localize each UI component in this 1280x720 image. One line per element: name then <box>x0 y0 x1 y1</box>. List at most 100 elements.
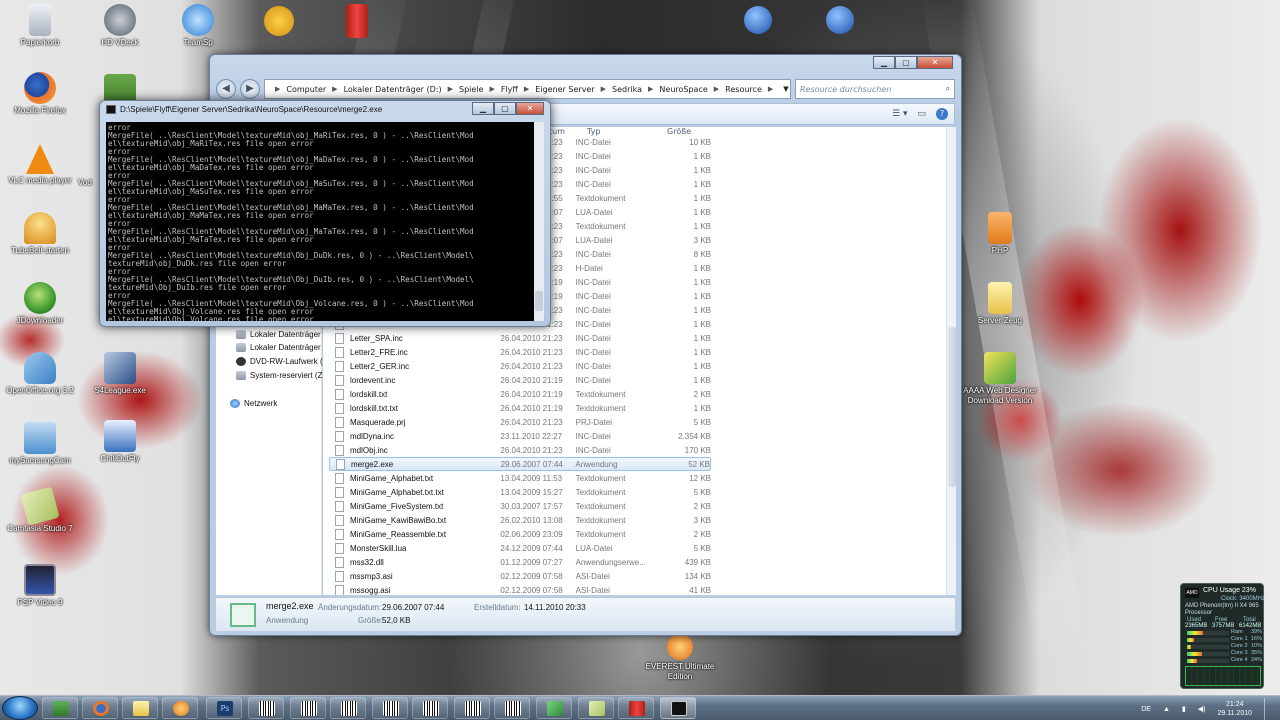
taskbar-button-barcode[interactable] <box>248 697 284 719</box>
breadcrumb-item[interactable]: Resource <box>725 85 762 94</box>
address-bar[interactable]: ▶ Computer ▶ Lokaler Datenträger (D:) ▶ Sp… <box>264 79 791 99</box>
file-type: Textdokument <box>575 515 626 525</box>
desktop-icon-server-zeug[interactable]: Server Zeug <box>962 282 1038 326</box>
desktop-icon-s4league[interactable]: S4League.exe <box>82 352 158 396</box>
file-row[interactable]: MiniGame_KawiBawiBo.txt 26.02.2010 13:08 T… <box>329 513 711 527</box>
file-row[interactable]: mdlObj.inc 26.04.2010 21:23 INC-Datei 170 K… <box>329 443 711 457</box>
search-icon[interactable]: ⌕ <box>946 84 950 94</box>
file-row[interactable]: MiniGame_Alphabet.txt.txt 13.04.2009 15:2… <box>329 485 711 499</box>
vertical-scrollbar[interactable] <box>946 127 956 595</box>
file-row[interactable]: MiniGame_FiveSystem.txt 30.03.2007 17:57 T… <box>329 499 711 513</box>
taskbar-button-barcode[interactable] <box>454 697 490 719</box>
desktop-icon-mysamsungcam[interactable]: mySamsungCam <box>2 422 78 466</box>
taskbar-button-barcode[interactable] <box>494 697 530 719</box>
tray-arrow-icon[interactable]: ▲ <box>1163 706 1170 713</box>
desktop-icon-firefox[interactable]: Mozilla Firefox <box>2 72 78 116</box>
nav-item-system-reserved[interactable]: System-reserviert (Z <box>236 368 322 382</box>
taskbar-button-barcode[interactable] <box>412 697 448 719</box>
volume-icon[interactable]: ◀) <box>1198 705 1206 713</box>
desktop-icon-psp-video[interactable]: PSP Video 9 <box>2 564 78 608</box>
taskbar-button-barcode[interactable] <box>372 697 408 719</box>
desktop-icon-openoffice[interactable]: OpenOffice.org 3.2 <box>2 352 78 396</box>
close-button[interactable]: ✕ <box>917 56 953 69</box>
taskbar-button-firefox[interactable] <box>82 697 118 719</box>
network-tray-icon[interactable]: ▮ <box>1182 705 1186 713</box>
nav-item-local-disk[interactable]: Lokaler Datenträger <box>236 340 321 354</box>
file-type: LUA-Datei <box>575 235 613 245</box>
taskbar-button-show-desktop[interactable] <box>42 697 78 719</box>
console-scrollbar[interactable] <box>534 122 544 321</box>
taskbar-button-explorer[interactable] <box>122 697 158 719</box>
desktop-icon-web-designer[interactable]: AAAA Web Designer Download Version <box>962 352 1038 406</box>
application-icon <box>336 458 345 470</box>
file-row[interactable]: Letter2_FRE.inc 26.04.2010 21:23 INC-Datei… <box>329 345 711 359</box>
taskbar-button-network-tool[interactable] <box>536 697 572 719</box>
breadcrumb-item[interactable]: Sedrika <box>612 85 642 94</box>
taskbar-button-barcode[interactable] <box>290 697 326 719</box>
usage-percent: 10% <box>1251 643 1263 649</box>
minimize-button[interactable]: ▁ <box>873 56 895 69</box>
taskbar-button-photoshop[interactable]: Ps <box>206 697 242 719</box>
file-row[interactable]: lordskill.txt.txt 26.04.2010 21:19 Textdok… <box>329 401 711 415</box>
search-input[interactable]: Resource durchsuchen ⌕ <box>795 79 955 99</box>
back-button[interactable]: ◀ <box>216 79 236 99</box>
file-row[interactable]: lordskill.txt 26.04.2010 21:19 Textdokumen… <box>329 387 711 401</box>
file-size: 1 KB <box>693 319 711 329</box>
desktop-icon-everest[interactable]: EVEREST Ultimate Edition <box>642 634 718 682</box>
file-row[interactable]: mssogg.asi 02.12.2009 07:58 ASI-Datei 41 KB <box>329 583 711 595</box>
nav-item-network[interactable]: Netzwerk <box>230 396 277 410</box>
file-row[interactable]: Letter_SPA.inc 26.04.2010 21:23 INC-Datei 1… <box>329 331 711 345</box>
file-type: INC-Datei <box>575 445 611 455</box>
nav-item-dvd-drive[interactable]: DVD-RW-Laufwerk ( <box>236 354 323 368</box>
help-icon[interactable]: ? <box>936 108 948 120</box>
desktop-icon-php[interactable]: PHP <box>962 212 1038 256</box>
taskbar-button-barcode[interactable] <box>330 697 366 719</box>
breadcrumb-item[interactable]: Flyff <box>501 85 518 94</box>
start-button[interactable] <box>2 696 38 720</box>
file-row[interactable]: MiniGame_Alphabet.txt 13.04.2009 11:53 Tex… <box>329 471 711 485</box>
address-dropdown-icon[interactable]: ▼ <box>779 85 790 93</box>
desktop-icon-chilloutfly[interactable]: ChillOutFly <box>82 420 158 464</box>
minimize-button[interactable]: ▁ <box>472 102 494 115</box>
breadcrumb-item[interactable]: Eigener Server <box>535 85 594 94</box>
show-desktop-button[interactable] <box>1264 698 1274 720</box>
file-row[interactable]: MonsterSkill.lua 24.12.2009 07:44 LUA-Date… <box>329 541 711 555</box>
file-row[interactable]: lordevent.inc 26.04.2010 21:19 INC-Datei 1 … <box>329 373 711 387</box>
file-row[interactable]: mss32.dll 01.12.2009 07:27 Anwendungserwe.… <box>329 555 711 569</box>
clock[interactable]: 21:24 29.11.2010 <box>1217 700 1252 718</box>
language-indicator[interactable]: DE <box>1141 706 1151 713</box>
view-options-icon[interactable]: ☰ ▾ <box>892 109 907 119</box>
scrollbar-thumb[interactable] <box>948 327 956 487</box>
file-row[interactable]: mssmp3.asi 02.12.2009 07:58 ASI-Datei 134 K… <box>329 569 711 583</box>
close-button[interactable]: ✕ <box>516 102 544 115</box>
file-row[interactable]: Masquerade.prj 26.04.2010 21:23 PRJ-Datei 5… <box>329 415 711 429</box>
taskbar-button-console[interactable] <box>660 697 696 719</box>
maximize-button[interactable]: ▢ <box>895 56 917 69</box>
preview-pane-icon[interactable]: ▭ <box>917 109 926 119</box>
console-output[interactable]: error MergeFile( ..\ResClient\Model\textu… <box>106 122 534 321</box>
breadcrumb-item[interactable]: NeuroSpace <box>659 85 707 94</box>
breadcrumb-item[interactable]: Spiele <box>459 85 483 94</box>
forward-button[interactable]: ▶ <box>240 79 260 99</box>
file-row[interactable]: mdlDyna.inc 23.11.2010 22:27 INC-Datei 2.35… <box>329 429 711 443</box>
cpu-usage-gadget[interactable]: AMD CPU Usage 23% Clock: 3400MHz AMD Phe… <box>1180 583 1265 689</box>
desktop-icon-recycle-bin[interactable]: Papierkorb <box>2 4 78 48</box>
desktop-icon-teamspeak[interactable]: TeamSp <box>160 4 236 48</box>
desktop-icon-tubebell[interactable]: TubeBell starten <box>2 212 78 256</box>
file-row[interactable]: Letter2_GER.inc 26.04.2010 21:23 INC-Datei… <box>329 359 711 373</box>
file-row[interactable]: merge2.exe 29.06.2007 07:44 Anwendung 52 KB <box>329 457 711 471</box>
maximize-button[interactable]: ▢ <box>494 102 516 115</box>
scrollbar-thumb[interactable] <box>535 291 543 311</box>
taskbar-button-camtasia[interactable] <box>578 697 614 719</box>
taskbar-button-media-player[interactable] <box>162 697 198 719</box>
taskbar-button-fire-extinguisher[interactable] <box>618 697 654 719</box>
file-row[interactable]: MiniGame_Reassemble.txt 02.06.2009 23:09 T… <box>329 527 711 541</box>
console-window[interactable]: D:\Spiele\Flyff\Eigener Server\Sedrika\N… <box>99 100 551 327</box>
breadcrumb-item[interactable]: Lokaler Datenträger (D:) <box>344 85 442 94</box>
breadcrumb-item[interactable]: Computer <box>286 85 326 94</box>
nav-item-local-disk[interactable]: Lokaler Datenträger <box>236 327 321 341</box>
desktop-icon-hdvdeck[interactable]: HD VDeck <box>82 4 158 48</box>
desktop-icon-vlc[interactable]: VLC media player <box>2 144 78 186</box>
desktop-icon-jdownloader[interactable]: JDownloader <box>2 282 78 326</box>
desktop-icon-camtasia[interactable]: Camtasia Studio 7 <box>2 486 78 534</box>
